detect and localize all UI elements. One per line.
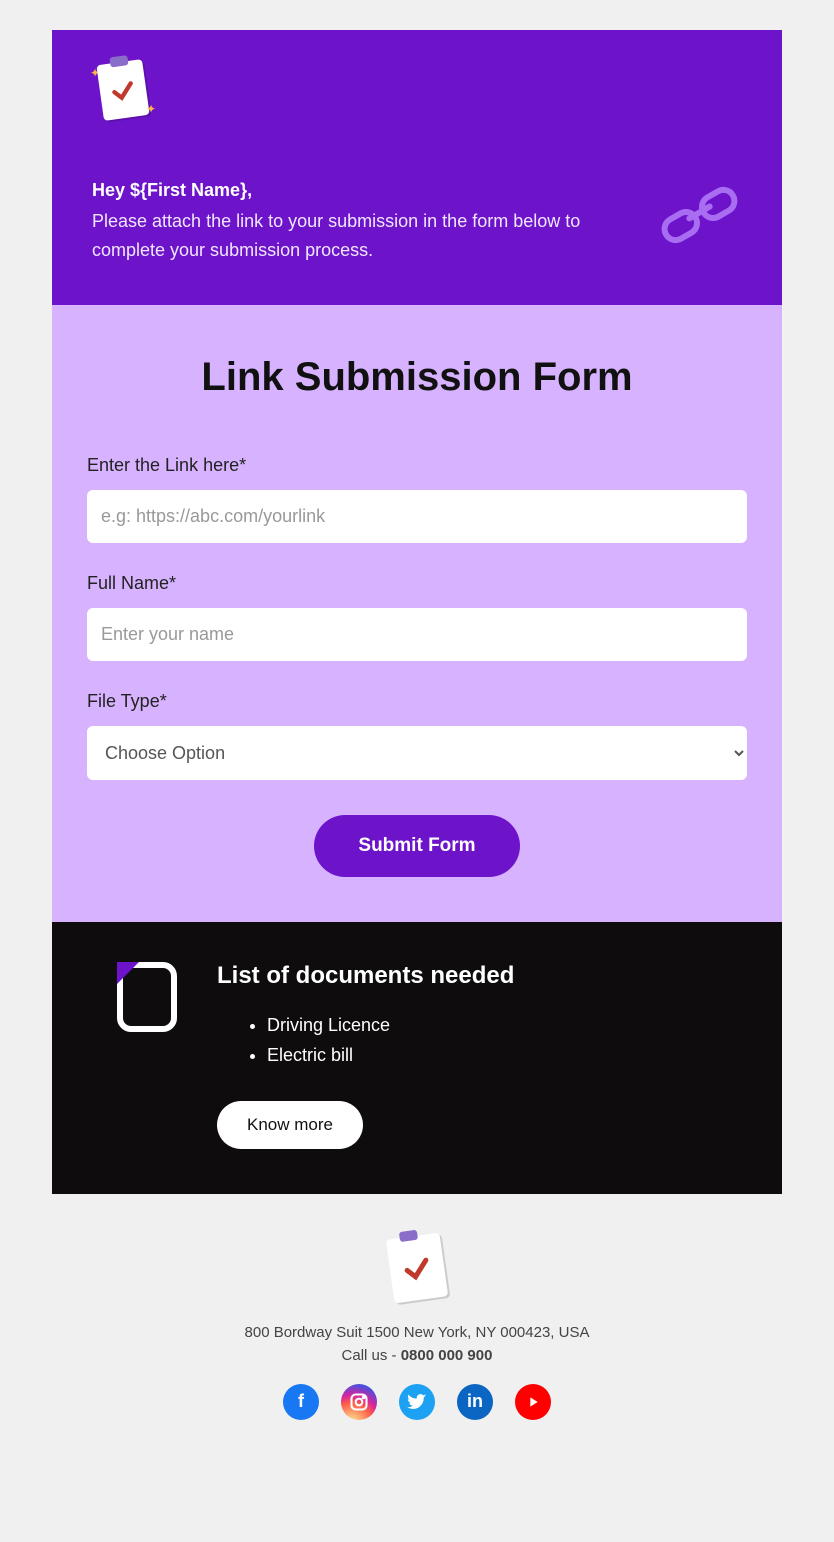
name-label: Full Name*: [87, 573, 747, 594]
instagram-icon[interactable]: [341, 1384, 377, 1420]
clipboard-check-logo: ✦ ✦: [92, 60, 152, 120]
name-field-group: Full Name*: [87, 573, 747, 661]
header-section: ✦ ✦ Hey ${First Name}, Please attach the…: [52, 30, 782, 305]
header-text: Hey ${First Name}, Please attach the lin…: [92, 180, 637, 265]
link-field-group: Enter the Link here*: [87, 455, 747, 543]
list-item: Driving Licence: [267, 1010, 742, 1041]
linkedin-icon[interactable]: in: [457, 1384, 493, 1420]
filetype-label: File Type*: [87, 691, 747, 712]
know-more-button[interactable]: Know more: [217, 1101, 363, 1149]
documents-section: List of documents needed Driving Licence…: [52, 922, 782, 1194]
footer-logo: [382, 1234, 452, 1304]
sparkle-icon: ✦: [146, 102, 156, 116]
checkmark-icon: [110, 78, 136, 104]
phone-number: 0800 000 900: [401, 1347, 493, 1364]
twitter-icon[interactable]: [399, 1384, 435, 1420]
list-item: Electric bill: [267, 1040, 742, 1071]
greeting-text: Hey ${First Name},: [92, 180, 637, 201]
form-section: Link Submission Form Enter the Link here…: [52, 305, 782, 922]
form-title: Link Submission Form: [87, 355, 747, 400]
header-row: Hey ${First Name}, Please attach the lin…: [92, 180, 742, 265]
link-input[interactable]: [87, 490, 747, 543]
filetype-field-group: File Type* Choose Option: [87, 691, 747, 780]
call-label: Call us -: [342, 1347, 401, 1364]
document-icon: [117, 962, 177, 1032]
docs-content: List of documents needed Driving Licence…: [217, 962, 742, 1149]
email-container: ✦ ✦ Hey ${First Name}, Please attach the…: [52, 30, 782, 1440]
filetype-select[interactable]: Choose Option: [87, 726, 747, 780]
instruction-text: Please attach the link to your submissio…: [92, 207, 637, 265]
social-links: f in: [72, 1384, 762, 1420]
footer-section: 800 Bordway Suit 1500 New York, NY 00042…: [52, 1194, 782, 1440]
youtube-icon[interactable]: [515, 1384, 551, 1420]
link-label: Enter the Link here*: [87, 455, 747, 476]
submit-button[interactable]: Submit Form: [314, 815, 519, 877]
name-input[interactable]: [87, 608, 747, 661]
chain-link-icon: [657, 180, 742, 255]
submit-wrap: Submit Form: [87, 815, 747, 877]
logo-wrap: ✦ ✦: [92, 60, 742, 125]
docs-list: Driving Licence Electric bill: [217, 1010, 742, 1071]
docs-title: List of documents needed: [217, 962, 742, 990]
facebook-icon[interactable]: f: [283, 1384, 319, 1420]
footer-address: 800 Bordway Suit 1500 New York, NY 00042…: [72, 1324, 762, 1341]
footer-call: Call us - 0800 000 900: [72, 1347, 762, 1364]
checkmark-icon: [402, 1254, 428, 1280]
